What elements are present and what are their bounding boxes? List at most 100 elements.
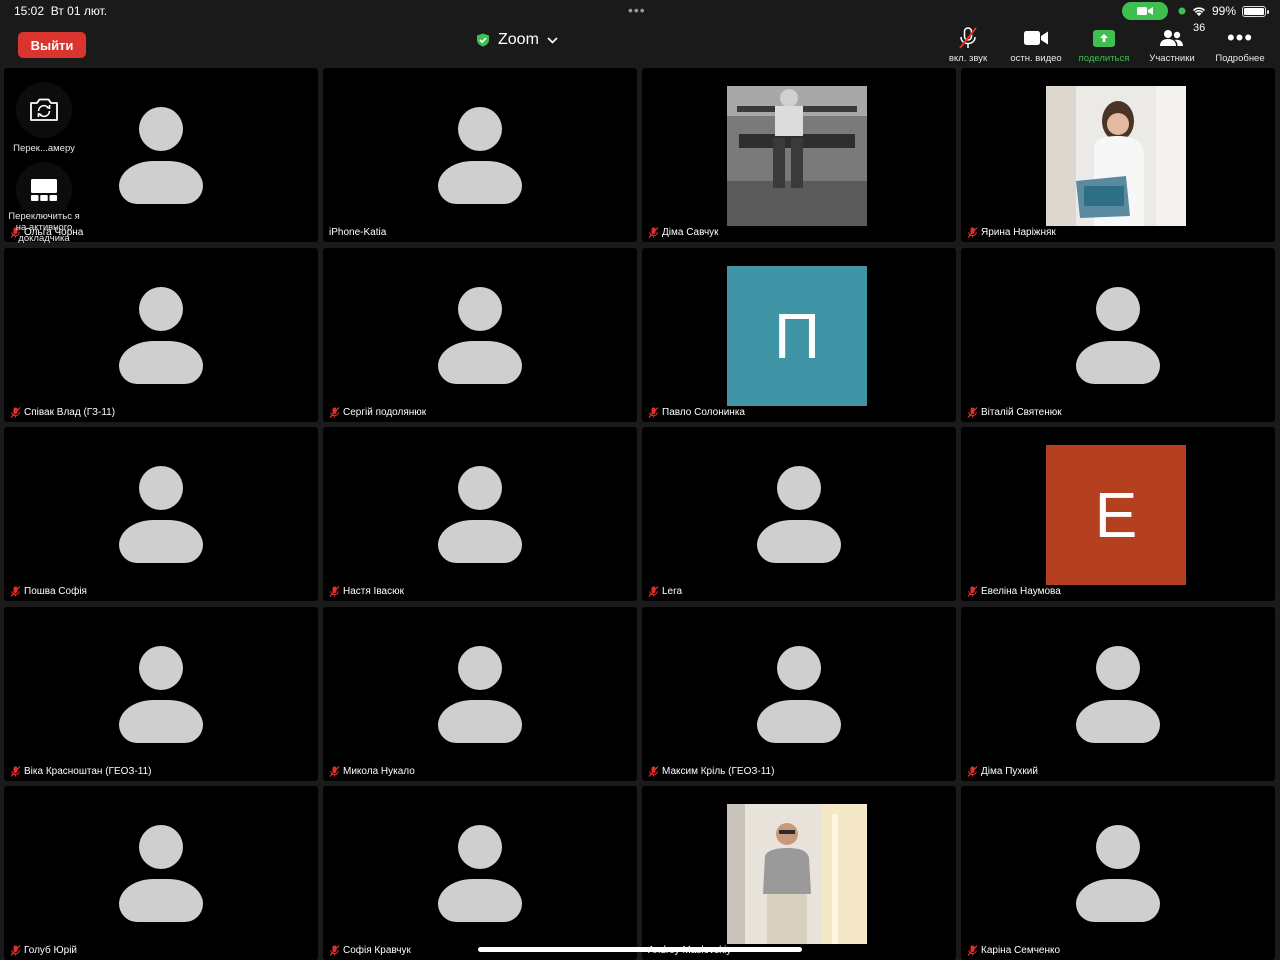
mic-muted-icon: [10, 407, 21, 418]
participant-name: Настя Івасюк: [329, 586, 404, 597]
participant-name: Віка Красноштан (ГЕОЗ-11): [10, 766, 152, 777]
default-avatar-icon: [757, 646, 841, 743]
participants-icon: [1160, 30, 1183, 46]
participant-tile[interactable]: П Павло Солонинка: [642, 248, 956, 422]
participant-name-text: Настя Івасюк: [343, 586, 404, 597]
participant-name: Софія Кравчук: [329, 945, 411, 956]
switch-camera-label: Перек...амеру: [13, 143, 75, 154]
switch-to-speaker-view-label: Переключитьс я на активного докладчика: [8, 211, 80, 244]
participant-name: Діма Савчук: [648, 227, 719, 238]
participants-count: 36: [1193, 22, 1206, 34]
default-avatar-icon: [119, 466, 203, 563]
meeting-info-button[interactable]: Zoom: [476, 31, 558, 49]
share-button[interactable]: поделиться: [1070, 26, 1138, 64]
unmute-label: вкл. звук: [948, 53, 988, 64]
letter-avatar: П: [727, 266, 867, 406]
participant-tile[interactable]: Діма Савчук: [642, 68, 956, 242]
participant-name-text: Діма Пухкий: [981, 766, 1038, 777]
stop-video-button[interactable]: остн. видео: [1002, 26, 1070, 64]
participant-name-text: Евеліна Наумова: [981, 586, 1061, 597]
video-call-pill[interactable]: [1121, 2, 1168, 20]
participant-name: Сергій подолянюк: [329, 407, 426, 418]
default-avatar-icon: [119, 107, 203, 204]
switch-camera-button[interactable]: [16, 82, 72, 138]
participant-name-text: Віка Красноштан (ГЕОЗ-11): [24, 766, 152, 777]
participant-name-text: Голуб Юрій: [24, 945, 78, 956]
status-time: 15:02 Вт 01 лют.: [14, 4, 107, 18]
participant-name-text: Максим Кріль (ГЕОЗ-11): [662, 766, 775, 777]
chevron-down-icon: [547, 36, 558, 44]
participant-name: Співак Влад (ГЗ-11): [10, 407, 115, 418]
participant-tile[interactable]: Віка Красноштан (ГЕОЗ-11): [4, 607, 318, 781]
wifi-icon: [1192, 6, 1206, 16]
participant-tile[interactable]: Пошва Софія: [4, 427, 318, 601]
stop-video-label: остн. видео: [1010, 53, 1062, 64]
default-avatar-icon: [438, 107, 522, 204]
default-avatar-icon: [438, 466, 522, 563]
participant-tile[interactable]: Lera: [642, 427, 956, 601]
participant-tile[interactable]: Микола Нукало: [323, 607, 637, 781]
mic-muted-icon: [967, 766, 978, 777]
participant-name: Ярина Наріжняк: [967, 227, 1056, 238]
participant-name-text: Пошва Софія: [24, 586, 87, 597]
avatar-letter: E: [1094, 479, 1138, 551]
default-avatar-icon: [438, 287, 522, 384]
participant-photo: [727, 804, 867, 944]
participant-tile[interactable]: Віталій Святенюк: [961, 248, 1275, 422]
mic-muted-icon: [10, 586, 21, 597]
mic-muted-icon: [10, 945, 21, 956]
participant-name-text: Віталій Святенюк: [981, 407, 1062, 418]
participant-name: Каріна Семченко: [967, 945, 1060, 956]
more-dots-icon: •••: [1226, 25, 1254, 50]
participant-tile[interactable]: Голуб Юрій: [4, 786, 318, 960]
participant-tile[interactable]: Софія Кравчук: [323, 786, 637, 960]
participant-tile[interactable]: Діма Пухкий: [961, 607, 1275, 781]
default-avatar-icon: [119, 646, 203, 743]
mic-muted-icon: [329, 945, 340, 956]
participant-tile[interactable]: Andrey Maslovskiy: [642, 786, 956, 960]
participant-tile[interactable]: Максим Кріль (ГЕОЗ-11): [642, 607, 956, 781]
mic-muted-icon: [648, 407, 659, 418]
participant-name: Максим Кріль (ГЕОЗ-11): [648, 766, 774, 777]
default-avatar-icon: [1076, 646, 1160, 743]
participant-name-text: Софія Кравчук: [343, 945, 411, 956]
share-screen-icon: [1093, 29, 1115, 47]
more-button[interactable]: ••• Подробнее: [1206, 25, 1274, 65]
participant-name: Lera: [648, 586, 682, 597]
participants-button[interactable]: 36 Участники: [1138, 22, 1206, 64]
speaker-view-icon: [31, 179, 57, 201]
participant-tile[interactable]: Настя Івасюк: [323, 427, 637, 601]
participant-tile[interactable]: Сергій подолянюк: [323, 248, 637, 422]
participant-tile[interactable]: Співак Влад (ГЗ-11): [4, 248, 318, 422]
home-indicator[interactable]: [478, 947, 802, 952]
share-label: поделиться: [1078, 53, 1130, 64]
participants-label: Участники: [1149, 53, 1195, 64]
mic-muted-icon: [648, 227, 659, 238]
participant-name: Діма Пухкий: [967, 766, 1038, 777]
participant-tile[interactable]: Каріна Семченко: [961, 786, 1275, 960]
meeting-toolbar: вкл. звук остн. видео поделиться 36 Учас…: [934, 22, 1274, 65]
participant-name: Евеліна Наумова: [967, 586, 1061, 597]
default-avatar-icon: [1076, 287, 1160, 384]
mic-muted-icon: [329, 586, 340, 597]
leave-button[interactable]: Выйти: [18, 32, 86, 58]
clock-date: Вт 01 лют.: [50, 4, 108, 18]
participant-tile[interactable]: iPhone-Katia: [323, 68, 637, 242]
letter-avatar: E: [1046, 445, 1186, 585]
participant-name-text: Ярина Наріжняк: [981, 227, 1056, 238]
battery-icon: [1242, 5, 1269, 17]
clock-time: 15:02: [14, 4, 45, 18]
participant-photo: [1046, 86, 1186, 226]
participant-name-text: Співак Влад (ГЗ-11): [24, 407, 116, 418]
multitasking-dots-icon[interactable]: •••: [628, 2, 646, 18]
meeting-title: Zoom: [498, 31, 539, 48]
participant-tile[interactable]: E Евеліна Наумова: [961, 427, 1275, 601]
participant-tile[interactable]: Ярина Наріжняк: [961, 68, 1275, 242]
default-avatar-icon: [1076, 825, 1160, 922]
avatar-letter: П: [774, 300, 820, 372]
participant-photo: [727, 86, 867, 226]
participant-name-text: Lera: [662, 586, 683, 597]
switch-to-speaker-view-button[interactable]: [16, 162, 72, 218]
status-bar: 15:02 Вт 01 лют. ••• 99%: [0, 0, 1280, 22]
unmute-button[interactable]: вкл. звук: [934, 26, 1002, 64]
